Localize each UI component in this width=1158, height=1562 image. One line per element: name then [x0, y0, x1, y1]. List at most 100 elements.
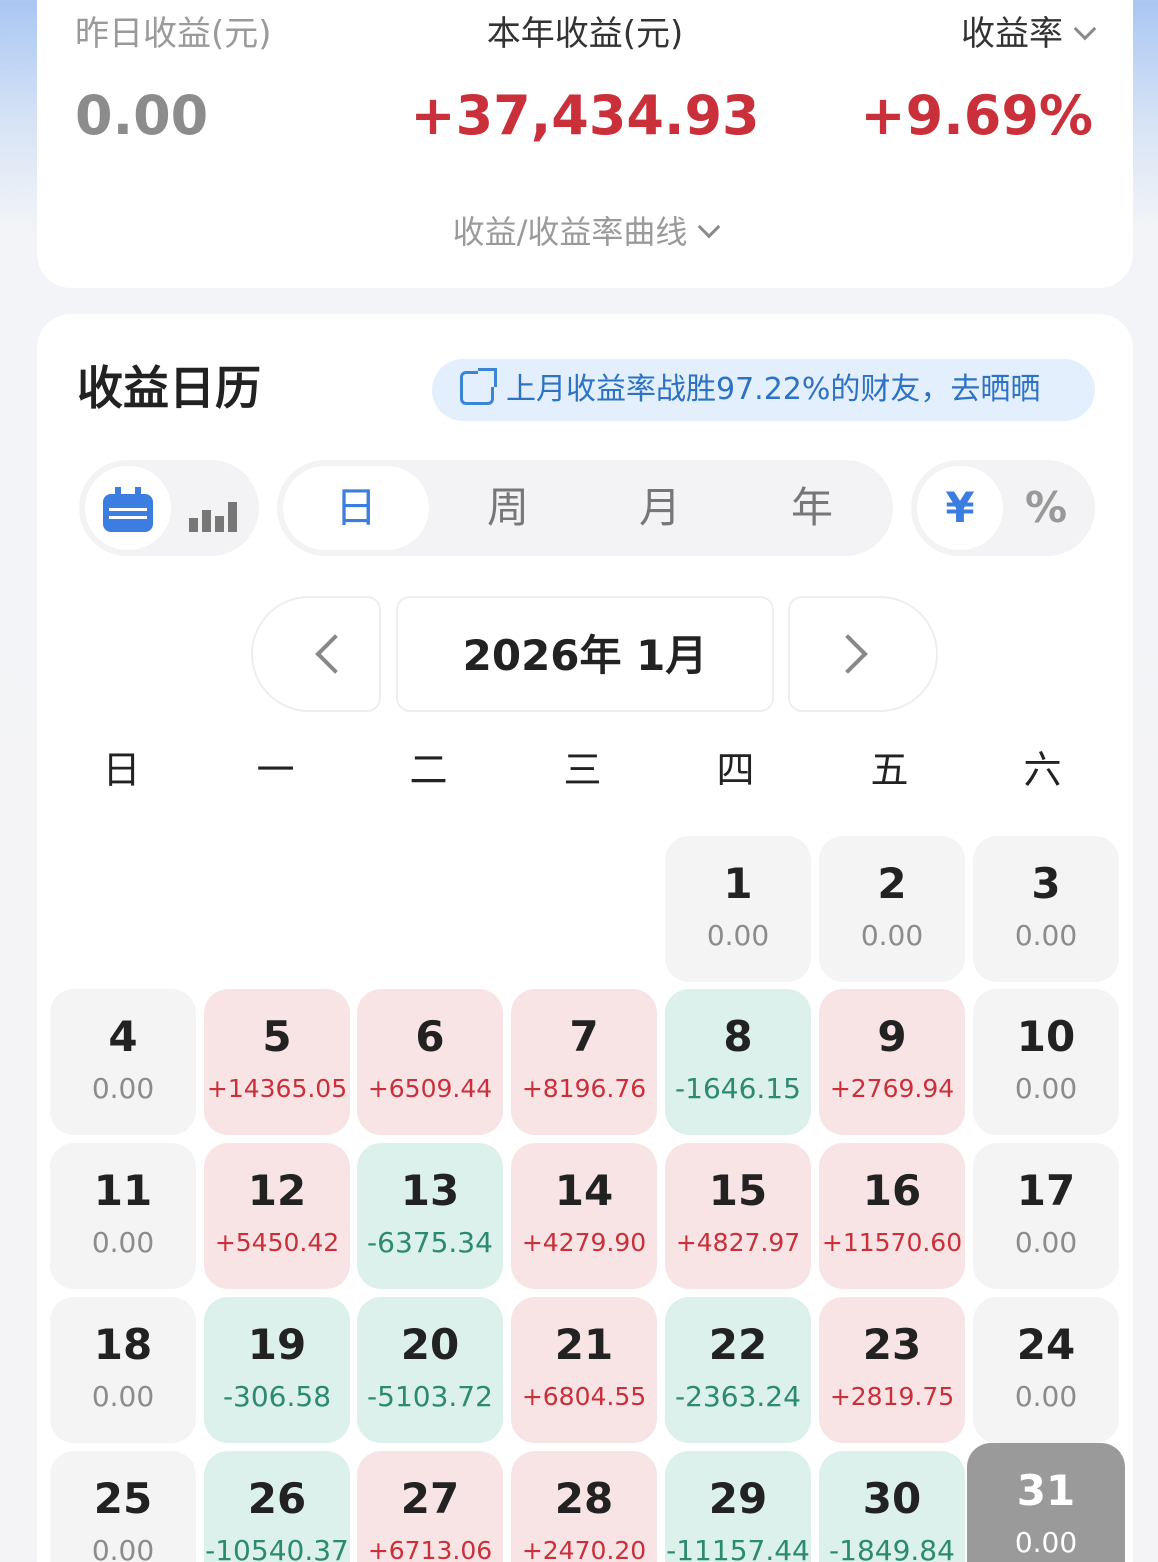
curve-toggle-label: 收益/收益率曲线: [452, 213, 688, 251]
day-number: 25: [93, 1474, 153, 1523]
tab-day[interactable]: 日: [283, 466, 429, 550]
day-number: 22: [708, 1320, 768, 1369]
day-number: 7: [569, 1012, 599, 1061]
day-cell[interactable]: 30 -1849.84: [819, 1451, 965, 1562]
day-earnings: +4827.97: [675, 1228, 801, 1257]
day-earnings: 0.00: [1014, 1380, 1078, 1413]
day-earnings: 0.00: [1014, 1226, 1078, 1259]
day-cell[interactable]: 27 +6713.06: [357, 1451, 503, 1562]
day-cell[interactable]: 19 -306.58: [204, 1297, 350, 1443]
day-cell[interactable]: 3 0.00: [973, 836, 1119, 982]
day-cell[interactable]: 4 0.00: [50, 989, 196, 1135]
day-cell[interactable]: 7 +8196.76: [511, 989, 657, 1135]
day-number: 16: [862, 1166, 922, 1215]
day-earnings: 0.00: [91, 1380, 155, 1413]
day-earnings: -2363.24: [675, 1380, 801, 1413]
day-cell[interactable]: 1 0.00: [665, 836, 811, 982]
day-cell[interactable]: 28 +2470.20: [511, 1451, 657, 1562]
day-cell[interactable]: 11 0.00: [50, 1143, 196, 1289]
day-number: 18: [93, 1320, 153, 1369]
day-cell[interactable]: 5 +14365.05: [204, 989, 350, 1135]
weekday-fri: 五: [870, 748, 909, 792]
next-month-button[interactable]: [788, 596, 938, 712]
day-cell[interactable]: 31 0.00: [967, 1443, 1125, 1562]
day-cell[interactable]: 16 +11570.60: [819, 1143, 965, 1289]
day-earnings: -10540.37: [205, 1534, 349, 1562]
day-earnings: +11570.60: [821, 1228, 963, 1257]
unit-yuan-button[interactable]: ¥: [917, 466, 1003, 550]
day-cell[interactable]: 2 0.00: [819, 836, 965, 982]
day-earnings: +4279.90: [521, 1228, 647, 1257]
day-earnings: +8196.76: [521, 1074, 647, 1103]
day-number: 26: [247, 1474, 307, 1523]
period-tabs: 日 周 月 年: [277, 460, 893, 556]
day-earnings: 0.00: [706, 919, 770, 952]
day-cell[interactable]: 20 -5103.72: [357, 1297, 503, 1443]
day-cell[interactable]: 24 0.00: [973, 1297, 1119, 1443]
curve-toggle[interactable]: 收益/收益率曲线: [37, 210, 1133, 254]
day-earnings: +2769.94: [829, 1074, 955, 1103]
calendar-view-button[interactable]: [85, 466, 171, 550]
return-rate[interactable]: 收益率 +9.69%: [860, 12, 1097, 148]
calendar-card: 收益日历 上月收益率战胜97.22%的财友，去晒晒 日 周 月 年 ¥ % 20…: [37, 314, 1133, 1562]
day-cell[interactable]: 25 0.00: [50, 1451, 196, 1562]
day-cell[interactable]: 14 +4279.90: [511, 1143, 657, 1289]
day-number: 20: [400, 1320, 460, 1369]
day-number: 14: [554, 1166, 614, 1215]
day-number: 28: [554, 1474, 614, 1523]
day-cell[interactable]: 23 +2819.75: [819, 1297, 965, 1443]
chart-view-button[interactable]: [171, 466, 257, 550]
chevron-left-icon: [315, 634, 355, 674]
day-cell[interactable]: 10 0.00: [973, 989, 1119, 1135]
rate-dropdown[interactable]: 收益率: [860, 12, 1097, 56]
weekday-sun: 日: [102, 748, 141, 792]
tab-year[interactable]: 年: [739, 466, 885, 550]
weekday-tue: 二: [409, 748, 448, 792]
share-banner-text: 上月收益率战胜97.22%的财友，去晒晒: [506, 372, 1041, 407]
day-cell[interactable]: 8 -1646.15: [665, 989, 811, 1135]
view-toggle: [79, 460, 259, 556]
day-number: 3: [1031, 859, 1061, 908]
day-cell[interactable]: 13 -6375.34: [357, 1143, 503, 1289]
tab-month[interactable]: 月: [587, 466, 733, 550]
day-cell[interactable]: 26 -10540.37: [204, 1451, 350, 1562]
day-number: 12: [247, 1166, 307, 1215]
day-number: 8: [723, 1012, 753, 1061]
day-number: 15: [708, 1166, 768, 1215]
month-label[interactable]: 2026年 1月: [396, 596, 774, 712]
summary-card: 昨日收益(元) 0.00 本年收益(元) +37,434.93 收益率 +9.6…: [37, 0, 1133, 288]
day-cell[interactable]: 6 +6509.44: [357, 989, 503, 1135]
day-number: 1: [723, 859, 753, 908]
day-earnings: 0.00: [860, 919, 924, 952]
day-cell[interactable]: 12 +5450.42: [204, 1143, 350, 1289]
day-earnings: 0.00: [1014, 1072, 1078, 1105]
day-cell[interactable]: 18 0.00: [50, 1297, 196, 1443]
day-earnings: +6713.06: [367, 1536, 493, 1562]
day-cell[interactable]: 15 +4827.97: [665, 1143, 811, 1289]
day-cell[interactable]: 22 -2363.24: [665, 1297, 811, 1443]
day-earnings: +6509.44: [367, 1074, 493, 1103]
weekday-header: 日 一 二 三 四 五 六: [49, 742, 1129, 798]
month-navigator: 2026年 1月: [37, 596, 1133, 712]
day-cell[interactable]: 21 +6804.55: [511, 1297, 657, 1443]
prev-month-button[interactable]: [251, 596, 381, 712]
unit-percent-button[interactable]: %: [1003, 466, 1089, 550]
day-earnings: -6375.34: [367, 1226, 493, 1259]
unit-toggle: ¥ %: [911, 460, 1095, 556]
day-number: 2: [877, 859, 907, 908]
day-earnings: -306.58: [222, 1380, 332, 1413]
day-earnings: -5103.72: [367, 1380, 493, 1413]
day-earnings: +2470.20: [521, 1536, 647, 1562]
day-number: 19: [247, 1320, 307, 1369]
tab-week[interactable]: 周: [435, 466, 581, 550]
day-cell[interactable]: 29 -11157.44: [665, 1451, 811, 1562]
share-banner[interactable]: 上月收益率战胜97.22%的财友，去晒晒: [432, 359, 1095, 421]
day-number: 30: [862, 1474, 922, 1523]
day-cell[interactable]: 9 +2769.94: [819, 989, 965, 1135]
day-earnings: +14365.05: [206, 1074, 348, 1103]
chevron-down-icon: [698, 215, 721, 239]
weekday-sat: 六: [1023, 748, 1062, 792]
day-earnings: 0.00: [91, 1226, 155, 1259]
day-cell[interactable]: 17 0.00: [973, 1143, 1119, 1289]
day-number: 9: [877, 1012, 907, 1061]
